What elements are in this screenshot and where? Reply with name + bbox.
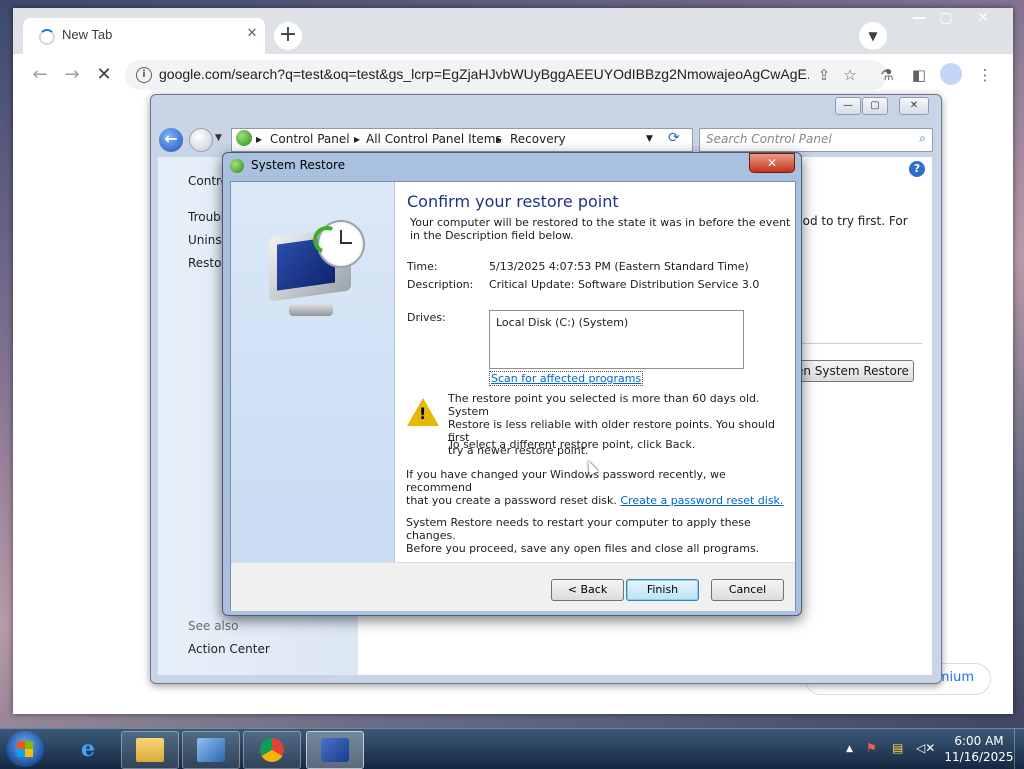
address-bar[interactable]: i google.com/search?q=test&oq=test&gs_lc… [125,60,887,90]
search-input[interactable]: Search Control Panel ⌕ [699,128,933,152]
bookmark-star-icon[interactable]: ☆ [839,64,861,86]
tab-search-button[interactable]: ▼ [859,22,887,50]
cp-link-uninstall[interactable]: Uninst [188,233,226,247]
chrome-icon [260,738,284,762]
monitor-base [289,304,333,316]
taskbar-internet-explorer[interactable]: e [60,731,116,767]
description-value: Critical Update: Software Distribution S… [489,278,760,291]
cancel-button[interactable]: Cancel [711,579,784,601]
breadcrumb-recovery[interactable]: Recovery [510,132,566,146]
cp-forward-icon[interactable] [189,128,213,152]
time-label: Time: [407,260,438,273]
start-button[interactable] [6,731,44,767]
open-system-restore-button[interactable]: en System Restore [794,360,914,382]
network-warning-icon[interactable]: ▤ [892,741,903,755]
clock-date: 11/16/2025 [944,750,1014,764]
tray-expand-icon[interactable]: ▲ [846,744,853,754]
minimize-button[interactable]: — [906,8,932,28]
help-icon[interactable]: ? [909,161,925,177]
show-desktop-button[interactable] [1014,729,1024,769]
control-panel-icon [236,130,252,146]
dialog-title: System Restore [251,158,346,172]
taskbar-explorer[interactable] [121,731,179,769]
close-button[interactable]: ✕ [970,8,996,28]
password-text: If you have changed your Windows passwor… [406,468,784,507]
search-icon[interactable]: ⌕ [919,131,926,146]
tab-new-tab[interactable]: New Tab ✕ [23,18,265,54]
dialog-side-pane [231,182,395,562]
scan-affected-programs-link[interactable]: Scan for affected programs [489,371,644,386]
action-center-flag-icon[interactable]: ⚑ [866,741,877,755]
system-restore-dialog: System Restore ✕ Confirm your restore po… [222,152,802,616]
cp-minimize-button[interactable]: — [835,97,861,115]
system-restore-icon [321,738,349,762]
cp-link-restore[interactable]: Restor [188,256,226,270]
cp-link-troubleshoot[interactable]: Troubl [188,210,224,224]
cp-address-area: ← ▼ ▸ Control Panel ▸ All Control Panel … [159,125,933,152]
breadcrumb-control-panel[interactable]: Control Panel [270,132,350,146]
url-text: google.com/search?q=test&oq=test&gs_lcrp… [159,66,809,82]
cp-back-icon[interactable]: ← [159,128,183,152]
description-label: Description: [407,278,474,291]
warning-icon: ! [407,398,439,426]
profile-avatar-icon[interactable] [940,63,962,85]
breadcrumb[interactable]: ▸ Control Panel ▸ All Control Panel Item… [231,128,693,152]
cp-right-text: hod to try first. For [795,214,908,228]
drives-list[interactable]: Local Disk (C:) (System) [489,310,744,369]
site-info-icon[interactable]: i [136,67,152,83]
forward-arrow-icon[interactable]: → [59,62,85,88]
maximize-button[interactable]: ▢ [933,8,959,28]
internet-explorer-icon: e [81,736,95,762]
browser-toolbar: ← → ✕ i google.com/search?q=test&oq=test… [13,54,1013,97]
back-arrow-icon[interactable]: ← [27,62,53,88]
tab-title: New Tab [62,27,113,42]
divider [798,343,922,344]
tab-close-icon[interactable]: ✕ [243,25,261,43]
folder-icon [136,738,164,762]
address-dropdown-icon[interactable]: ▼ [646,134,653,144]
system-clock[interactable]: 6:00 AM 11/16/2025 [944,733,1014,765]
drive-item: Local Disk (C:) (System) [496,316,629,329]
menu-dots-icon[interactable]: ⋮ [974,64,996,86]
tab-strip: New Tab ✕ + ▼ — ▢ ✕ [13,8,1013,54]
recent-pages-icon[interactable]: ▼ [215,133,222,143]
windows-logo-icon [17,741,33,757]
loading-spinner-icon [39,29,55,45]
system-restore-title-icon [230,159,244,173]
dialog-heading: Confirm your restore point [407,192,619,211]
labs-flask-icon[interactable]: ⚗ [876,64,898,86]
refresh-icon[interactable]: ⟳ [668,130,680,146]
dialog-close-button[interactable]: ✕ [749,153,795,173]
control-panel-icon [197,738,225,762]
finish-button[interactable]: Finish [626,579,699,601]
volume-muted-icon[interactable]: ◁✕ [916,741,935,755]
cp-close-button[interactable]: ✕ [899,97,929,115]
new-tab-button[interactable]: + [274,22,302,50]
taskbar-system-restore[interactable] [306,731,364,769]
action-center-link[interactable]: Action Center [188,642,270,656]
back-button[interactable]: < Back [551,579,624,601]
restart-text: System Restore needs to restart your com… [406,516,760,555]
stop-loading-icon[interactable]: ✕ [91,62,117,88]
taskbar-chrome[interactable] [243,731,301,769]
create-password-reset-disk-link[interactable]: Create a password reset disk. [620,494,783,507]
breadcrumb-all-items[interactable]: All Control Panel Items [366,132,502,146]
drives-label: Drives: [407,311,446,324]
taskbar: e ▲ ⚑ ▤ ◁✕ 6:00 AM 11/16/2025 [0,728,1024,769]
side-panel-icon[interactable]: ◧ [908,64,930,86]
clock-time: 6:00 AM [954,734,1004,748]
time-value: 5/13/2025 4:07:53 PM (Eastern Standard T… [489,260,749,273]
see-also-heading: See also [188,619,239,633]
share-icon[interactable]: ⇪ [813,64,835,86]
dialog-body: Confirm your restore point Your computer… [230,181,796,611]
taskbar-control-panel[interactable] [182,731,240,769]
intro-text: Your computer will be restored to the st… [410,216,791,242]
cp-maximize-button[interactable]: ▢ [862,97,888,115]
select-back-text: To select a different restore point, cli… [448,438,696,451]
